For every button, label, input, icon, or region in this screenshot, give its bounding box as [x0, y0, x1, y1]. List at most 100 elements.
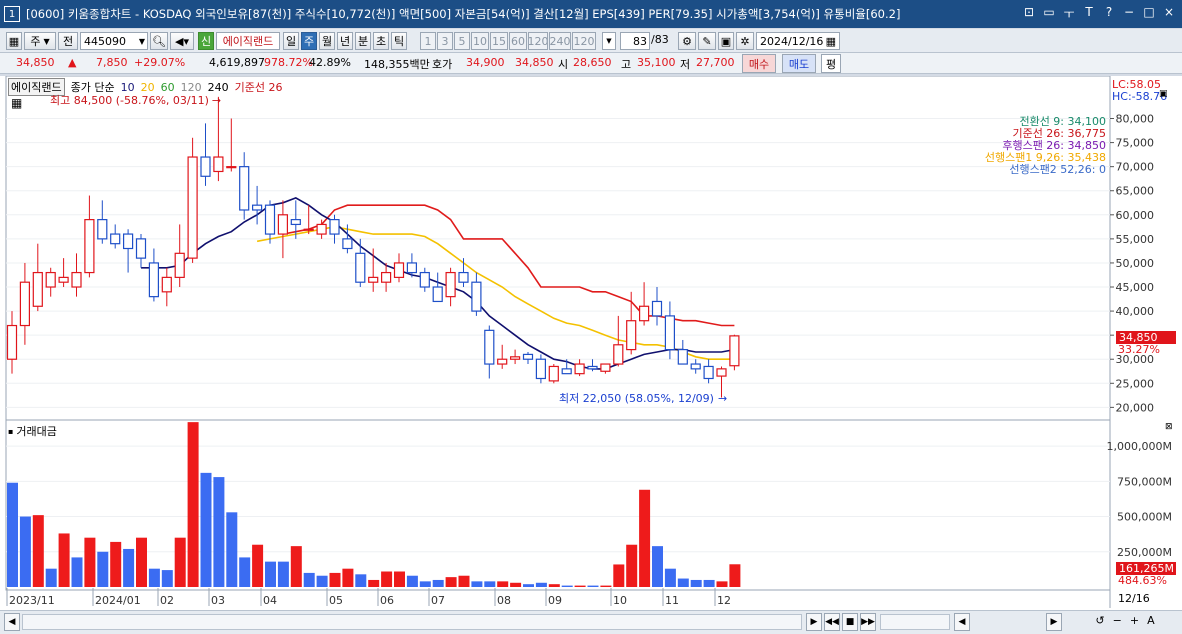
candle-body — [200, 156, 211, 177]
interval-button[interactable]: 240 — [549, 32, 571, 50]
interval-button[interactable]: 120 — [528, 32, 548, 50]
interval-button[interactable]: 3 — [437, 32, 453, 50]
candle-body — [664, 315, 676, 351]
candle-body — [574, 363, 585, 375]
sell-button[interactable]: 매도 — [782, 54, 816, 73]
volume-bar — [458, 575, 470, 587]
volume-bar — [303, 572, 315, 587]
interval-button[interactable]: 1 — [420, 32, 436, 50]
stop-icon[interactable]: ■ — [842, 613, 858, 631]
count-input[interactable]: 83 — [620, 32, 650, 50]
pin-icon[interactable]: ㅜ — [1062, 5, 1076, 22]
high-annotation: 최고 84,500 (-58.76%, 03/11) → — [50, 92, 221, 108]
help-icon[interactable]: ? — [1102, 5, 1116, 22]
tab-period-2[interactable]: 월 — [319, 32, 335, 50]
zoom-in-icon[interactable]: ▶ — [1046, 613, 1062, 631]
tab-period-3[interactable]: 년 — [337, 32, 353, 50]
minus-icon[interactable]: − — [1113, 614, 1122, 630]
window-number[interactable]: 1 — [4, 6, 20, 22]
volume-bar — [174, 537, 186, 587]
tab-period-6[interactable]: 틱 — [391, 32, 407, 50]
maximize-icon[interactable]: □ — [1142, 5, 1156, 22]
rewind-icon[interactable]: ◀◀ — [824, 613, 840, 631]
volume-bar — [639, 489, 651, 587]
volume-bar — [484, 581, 496, 587]
scrollbar-track[interactable] — [22, 614, 802, 630]
volume-bar — [703, 579, 715, 587]
date-value: 2024/12/16 — [760, 34, 824, 48]
save-icon[interactable]: ▣ — [718, 32, 734, 50]
collapse-icon[interactable]: ▣ — [1159, 89, 1168, 99]
interval-button[interactable]: 120 — [572, 32, 596, 50]
date-input[interactable]: 2024/12/16 ▦ — [756, 32, 840, 50]
bottom-scroll-bar: ◀ ▶ ◀◀ ■ ▶▶ ◀ ▶ ↺ − + A — [0, 610, 1182, 634]
zoom-reset-icon[interactable]: ↺ — [1095, 614, 1104, 630]
plus-icon[interactable]: + — [1130, 614, 1139, 630]
settings-icon[interactable]: ⚙ — [678, 32, 696, 50]
restore-icon[interactable]: ▭ — [1042, 5, 1056, 22]
scroll-right-icon[interactable]: ▶ — [806, 613, 822, 631]
candle-body — [6, 324, 18, 360]
draw-icon[interactable]: ✎ — [698, 32, 716, 50]
search-icon[interactable]: 🔍︎ — [150, 32, 168, 50]
tab-period-5[interactable]: 초 — [373, 32, 389, 50]
volume-bar — [277, 561, 289, 587]
bid-value: 34,850 — [515, 56, 554, 69]
zoom-out-icon[interactable]: ◀ — [954, 613, 970, 631]
interval-button[interactable]: 5 — [454, 32, 470, 50]
tab-period-0[interactable]: 일 — [283, 32, 299, 50]
chart-area[interactable]: 80,000 75,000 70,000 65,000 60,000 55,000 50,0… — [0, 76, 1182, 610]
candle-body — [406, 262, 417, 274]
candle-body — [368, 276, 379, 283]
volume-bar — [510, 582, 522, 587]
x-tick-label: 02 — [160, 594, 174, 607]
chevron-down-icon[interactable]: ▼ — [602, 32, 616, 50]
x-tick-label: 2024/01 — [95, 594, 141, 607]
eval-button[interactable]: 평 — [821, 54, 841, 73]
zoom-track[interactable] — [880, 614, 950, 630]
quote-bar: 34,850 ▲ 7,850 +29.07% 4,619,897 978.72%… — [0, 53, 1182, 74]
volume-bar — [729, 564, 741, 587]
layout-icon[interactable]: ⊡ — [1022, 5, 1036, 22]
mode-button[interactable]: 전 — [58, 32, 78, 50]
volume-value: 4,619,897 — [209, 56, 265, 69]
ichimoku-legend: 전환선 9: 34,100 기준선 26: 36,775 후행스팬 26: 34,8… — [985, 116, 1106, 176]
font-icon[interactable]: T — [1082, 5, 1096, 22]
candle-body — [97, 219, 108, 240]
buy-button[interactable]: 매수 — [742, 54, 776, 73]
new-badge[interactable]: 신 — [198, 32, 214, 50]
candle-body — [613, 344, 624, 365]
tab-period-4[interactable]: 분 — [355, 32, 371, 50]
text-icon[interactable]: A — [1147, 614, 1155, 630]
close-panel-icon[interactable]: ⊠ — [1165, 422, 1173, 432]
minimize-icon[interactable]: − — [1122, 5, 1136, 22]
volume-bar — [7, 482, 18, 587]
volume-bar — [664, 568, 676, 587]
grid-icon[interactable]: ▦ — [6, 32, 22, 50]
interval-button[interactable]: 15 — [490, 32, 508, 50]
stock-code-input[interactable]: 445090 ▼ — [80, 32, 148, 50]
close-icon[interactable]: × — [1162, 5, 1176, 22]
fast-forward-icon[interactable]: ▶▶ — [860, 613, 876, 631]
volume-bar — [471, 581, 483, 587]
current-price: 34,850 — [16, 56, 55, 69]
candle-body — [32, 271, 43, 307]
candle-body — [135, 238, 147, 259]
interval-button[interactable]: 60 — [509, 32, 527, 50]
base-line-label[interactable]: 기준선 26 — [235, 79, 283, 95]
ask-label: 호가 — [432, 58, 453, 71]
volume-bar — [574, 585, 586, 587]
turnover-pct: 978.72% — [264, 56, 313, 69]
gear-icon[interactable]: ✲ — [736, 32, 754, 50]
candle-body — [471, 281, 482, 312]
table-icon[interactable]: ▦ — [11, 96, 22, 110]
period-dropdown[interactable]: 주 ▼ — [24, 32, 56, 50]
speaker-icon[interactable]: ◀▾ — [170, 32, 194, 50]
interval-button[interactable]: 10 — [471, 32, 489, 50]
tab-period-1[interactable]: 주 — [301, 32, 317, 50]
scroll-left-icon[interactable]: ◀ — [4, 613, 20, 631]
y-tick-label: 70,000 — [1116, 161, 1155, 174]
candle-body — [703, 365, 714, 380]
stock-name[interactable]: 에이직랜드 — [216, 32, 280, 50]
volume-bar — [548, 584, 560, 587]
